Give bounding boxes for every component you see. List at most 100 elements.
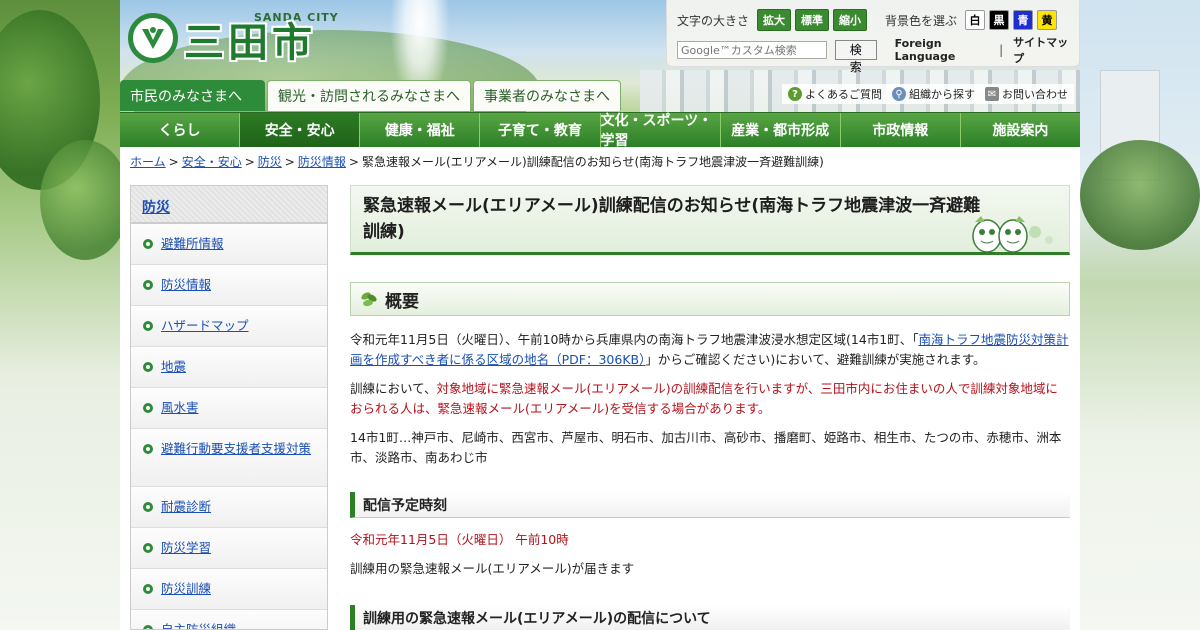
sidebar-heading: 防災 <box>131 186 327 224</box>
sidebar-item-label[interactable]: ハザードマップ <box>161 318 249 334</box>
org-search-link[interactable]: ⚲ 組織から探す <box>892 86 975 102</box>
nav-facilities[interactable]: 施設案内 <box>961 113 1080 147</box>
sidebar-item-evacuation-support[interactable]: 避難行動要支援者支援対策 <box>131 429 327 487</box>
global-nav: くらし 安全・安心 健康・福祉 子育て・教育 文化・スポーツ・学習 産業・都市形… <box>120 112 1080 149</box>
mail-icon: ✉ <box>985 87 999 101</box>
bg-yellow-button[interactable]: 黄 <box>1037 10 1058 30</box>
p2-alert-text: 対象地域に緊急速報メール(エリアメール)の訓練配信を行いますが、三田市内にお住ま… <box>350 381 1058 416</box>
sidebar-item-disaster-learning[interactable]: 防災学習 <box>131 528 327 569</box>
accessibility-tools: 文字の大きさ 拡大 標準 縮小 背景色を選ぶ 白 黒 青 黄 検 索 Forei… <box>666 0 1080 74</box>
sidebar-item-hazard-map[interactable]: ハザードマップ <box>131 306 327 347</box>
search-button[interactable]: 検 索 <box>835 40 877 74</box>
breadcrumb-home[interactable]: ホーム <box>130 155 166 169</box>
page-title: 緊急速報メール(エリアメール)訓練配信のお知らせ(南海トラフ地震津波一斉避難訓練… <box>363 196 981 242</box>
section-heading-about: 訓練用の緊急速報メール(エリアメール)の配信について <box>350 605 1070 630</box>
breadcrumb: ホーム > 安全・安心 > 防災 > 防災情報 > 緊急速報メール(エリアメール)訓練配信のお知… <box>130 155 824 169</box>
font-enlarge-button[interactable]: 拡大 <box>757 9 792 31</box>
schedule-time: 令和元年11月5日（火曜日） 午前10時 <box>350 532 569 547</box>
background-left-scenery <box>0 0 130 630</box>
nav-living[interactable]: くらし <box>120 113 241 147</box>
font-size-label: 文字の大きさ <box>677 13 750 28</box>
bullet-icon <box>143 280 153 290</box>
site-logo[interactable]: SANDA CITY 三田市 <box>128 12 339 63</box>
p1-suffix: 」からご確認ください)において、避難訓練が実施されます。 <box>645 352 986 367</box>
logo-japanese: 三田市 <box>184 20 316 66</box>
faq-label: よくあるご質問 <box>805 88 882 101</box>
page-title-box: 緊急速報メール(エリアメール)訓練配信のお知らせ(南海トラフ地震津波一斉避難訓練… <box>350 185 1070 255</box>
city-emblem-icon <box>128 12 178 63</box>
breadcrumb-safety[interactable]: 安全・安心 <box>182 155 242 169</box>
p2-prefix: 訓練において、 <box>350 381 437 396</box>
section-heading-overview: 概要 <box>350 282 1070 316</box>
nav-childcare[interactable]: 子育て・教育 <box>480 113 601 147</box>
breadcrumb-disaster[interactable]: 防災 <box>258 155 282 169</box>
sidebar-item-label[interactable]: 自主防災組織 <box>161 622 236 629</box>
bullet-icon <box>143 403 153 413</box>
bg-blue-button[interactable]: 青 <box>1013 10 1034 30</box>
mascot-icon <box>972 216 1053 253</box>
bullet-icon <box>143 362 153 372</box>
font-shrink-button[interactable]: 縮小 <box>833 9 868 31</box>
bullet-icon <box>143 625 153 629</box>
tab-citizens[interactable]: 市民のみなさまへ <box>120 80 265 111</box>
sidebar-item-voluntary-org[interactable]: 自主防災組織 <box>131 610 327 629</box>
quick-links: ? よくあるご質問 ⚲ 組織から探す ✉ お問い合わせ <box>782 84 1074 104</box>
sidebar-item-label[interactable]: 地震 <box>161 359 186 375</box>
sidebar-item-drills[interactable]: 防災訓練 <box>131 569 327 610</box>
question-icon: ? <box>788 87 802 101</box>
font-standard-button[interactable]: 標準 <box>795 9 830 31</box>
org-search-label: 組織から探す <box>909 88 975 101</box>
breadcrumb-disaster-info[interactable]: 防災情報 <box>298 155 346 169</box>
sidebar-heading-link[interactable]: 防災 <box>142 200 170 216</box>
main-content: 緊急速報メール(エリアメール)訓練配信のお知らせ(南海トラフ地震津波一斉避難訓練… <box>350 185 1070 630</box>
page-container: SANDA CITY 三田市 文字の大きさ 拡大 標準 縮小 背景色を選ぶ 白 … <box>120 0 1080 630</box>
leaf-icon <box>361 292 377 307</box>
tab-visitors[interactable]: 観光・訪問されるみなさまへ <box>267 80 471 111</box>
bg-color-label: 背景色を選ぶ <box>885 13 958 28</box>
sitemap-link[interactable]: サイトマップ <box>1013 34 1069 66</box>
breadcrumb-current: 緊急速報メール(エリアメール)訓練配信のお知らせ(南海トラフ地震津波一斉避難訓練… <box>361 155 824 169</box>
contact-link[interactable]: ✉ お問い合わせ <box>985 86 1068 102</box>
separator: | <box>999 43 1004 57</box>
nav-government[interactable]: 市政情報 <box>841 113 961 147</box>
sidebar-item-label[interactable]: 避難所情報 <box>161 236 224 252</box>
section-heading-schedule: 配信予定時刻 <box>350 492 1070 518</box>
nav-health[interactable]: 健康・福祉 <box>360 113 481 147</box>
bg-black-button[interactable]: 黒 <box>989 10 1010 30</box>
overview-paragraph-2: 訓練において、対象地域に緊急速報メール(エリアメール)の訓練配信を行いますが、三… <box>350 379 1070 419</box>
sidebar-item-label[interactable]: 風水害 <box>161 400 199 416</box>
site-search-input[interactable] <box>677 41 827 59</box>
sidebar-item-storm-flood[interactable]: 風水害 <box>131 388 327 429</box>
overview-heading-text: 概要 <box>385 291 419 312</box>
nav-safety[interactable]: 安全・安心 <box>240 113 361 147</box>
sidebar-item-disaster-info[interactable]: 防災情報 <box>131 265 327 306</box>
sidebar-item-label[interactable]: 防災学習 <box>161 540 211 556</box>
sidebar-item-label[interactable]: 防災情報 <box>161 277 211 293</box>
sidebar-item-label[interactable]: 耐震診断 <box>161 499 211 515</box>
sidebar-item-earthquake[interactable]: 地震 <box>131 347 327 388</box>
tree-decoration <box>40 140 130 260</box>
contact-label: お問い合わせ <box>1002 88 1068 101</box>
nav-industry[interactable]: 産業・都市形成 <box>721 113 841 147</box>
sidebar-menu: 防災 避難所情報 防災情報 ハザードマップ 地震 風水害 避難行動要支援者支援対… <box>130 185 328 630</box>
sidebar-item-seismic-check[interactable]: 耐震診断 <box>131 487 327 528</box>
faq-link[interactable]: ? よくあるご質問 <box>788 86 882 102</box>
bullet-icon <box>143 444 153 454</box>
sidebar-item-shelters[interactable]: 避難所情報 <box>131 224 327 265</box>
sidebar-item-label[interactable]: 避難行動要支援者支援対策 <box>161 441 311 457</box>
bullet-icon <box>143 321 153 331</box>
target-cities: 14市1町…神戸市、尼崎市、西宮市、芦屋市、明石市、加古川市、高砂市、播磨町、姫… <box>350 430 1062 465</box>
bg-white-button[interactable]: 白 <box>965 10 986 30</box>
tab-businesses[interactable]: 事業者のみなさまへ <box>473 80 621 111</box>
audience-tabs: 市民のみなさまへ 観光・訪問されるみなさまへ 事業者のみなさまへ <box>120 80 621 111</box>
magnifier-icon: ⚲ <box>892 87 906 101</box>
schedule-note: 訓練用の緊急速報メール(エリアメール)が届きます <box>350 561 635 576</box>
nav-culture[interactable]: 文化・スポーツ・学習 <box>601 113 721 149</box>
bullet-icon <box>143 239 153 249</box>
foreign-language-link[interactable]: Foreign Language <box>895 37 989 63</box>
sidebar-item-label[interactable]: 防災訓練 <box>161 581 211 597</box>
p1-prefix: 令和元年11月5日（火曜日）、午前10時から兵庫県内の南海トラフ地震津波浸水想定… <box>350 332 919 347</box>
bullet-icon <box>143 543 153 553</box>
overview-paragraph-1: 令和元年11月5日（火曜日）、午前10時から兵庫県内の南海トラフ地震津波浸水想定… <box>350 330 1070 370</box>
background-right-scenery <box>1080 0 1200 630</box>
